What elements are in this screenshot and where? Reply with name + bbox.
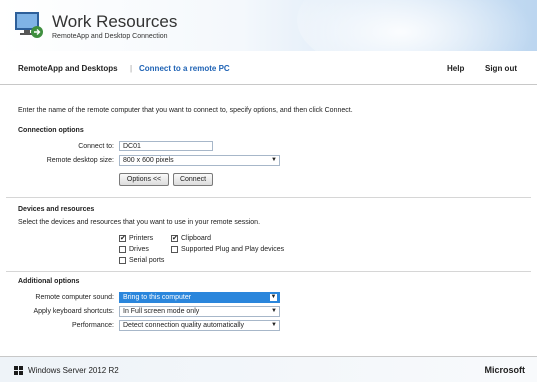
drives-label: Drives (129, 246, 149, 253)
dropdown-arrow-icon: ▼ (271, 157, 277, 163)
remote-sound-label: Remote computer sound: (35, 294, 114, 301)
header: Work Resources RemoteApp and Desktop Con… (0, 0, 537, 51)
header-decoration (297, 0, 537, 51)
main-content: Enter the name of the remote computer th… (0, 84, 537, 356)
connect-to-input[interactable]: DC01 (119, 141, 213, 151)
remote-sound-select[interactable]: Bring to this computer ▼ (119, 292, 280, 303)
product-name: Windows Server 2012 R2 (28, 366, 119, 375)
remote-desktop-size-value: 800 x 600 pixels (123, 157, 174, 164)
section-divider (6, 197, 531, 198)
vendor-logo: Microsoft (484, 365, 526, 375)
dropdown-arrow-icon: ▼ (270, 294, 277, 301)
dropdown-arrow-icon: ▼ (271, 308, 277, 314)
windows-logo-icon (14, 366, 24, 376)
keyboard-shortcuts-label: Apply keyboard shortcuts: (33, 308, 114, 315)
remote-desktop-size-select[interactable]: 800 x 600 pixels ▼ (119, 155, 280, 166)
remote-desktop-logo-icon (15, 12, 43, 38)
keyboard-shortcuts-select[interactable]: In Full screen mode only ▼ (119, 306, 280, 317)
tab-remoteapp-and-desktops[interactable]: RemoteApp and Desktops (18, 64, 118, 73)
dropdown-arrow-icon: ▼ (271, 322, 277, 328)
clipboard-checkbox[interactable]: ✔ (171, 235, 178, 242)
printers-label: Printers (129, 235, 154, 242)
keyboard-shortcuts-value: In Full screen mode only (123, 308, 200, 315)
printers-checkbox[interactable]: ✔ (119, 235, 126, 242)
serial-ports-label: Serial ports (129, 257, 165, 264)
performance-value: Detect connection quality automatically (123, 322, 245, 329)
options-button[interactable]: Options << (119, 173, 169, 186)
performance-select[interactable]: Detect connection quality automatically … (119, 320, 280, 331)
connect-button[interactable]: Connect (173, 173, 213, 186)
section-divider (6, 271, 531, 272)
footer: Windows Server 2012 R2 Microsoft (0, 356, 537, 382)
plug-and-play-checkbox[interactable] (171, 246, 178, 253)
nav-separator: | (130, 64, 133, 73)
help-link[interactable]: Help (447, 64, 464, 73)
devices-description: Select the devices and resources that yo… (18, 219, 261, 226)
devices-title: Devices and resources (18, 206, 95, 213)
drives-checkbox[interactable] (119, 246, 126, 253)
app-title: Work Resources (52, 12, 178, 31)
intro-text: Enter the name of the remote computer th… (18, 107, 353, 114)
remote-desktop-size-label: Remote desktop size: (46, 157, 114, 164)
performance-label: Performance: (71, 322, 114, 329)
sign-out-link[interactable]: Sign out (485, 64, 517, 73)
connection-options-title: Connection options (18, 127, 84, 134)
app-subtitle: RemoteApp and Desktop Connection (52, 33, 168, 40)
additional-options-title: Additional options (18, 278, 80, 285)
plug-and-play-label: Supported Plug and Play devices (181, 246, 285, 253)
connect-to-label: Connect to: (78, 143, 114, 150)
remote-sound-value: Bring to this computer (123, 294, 192, 301)
clipboard-label: Clipboard (181, 235, 211, 242)
serial-ports-checkbox[interactable] (119, 257, 126, 264)
tab-connect-to-remote-pc[interactable]: Connect to a remote PC (139, 64, 230, 73)
nav-bar: RemoteApp and Desktops | Connect to a re… (0, 51, 537, 85)
